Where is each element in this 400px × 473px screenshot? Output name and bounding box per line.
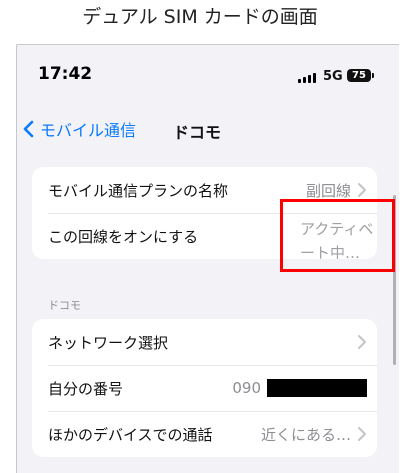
page-caption: デュアル SIM カードの画面 [82, 6, 318, 28]
back-button[interactable]: モバイル通信 [23, 117, 136, 141]
section-header-carrier: ドコモ [48, 299, 81, 312]
annotation-highlight-box [280, 199, 395, 272]
chevron-left-icon [23, 120, 34, 138]
plan-name-label: モバイル通信プランの名称 [48, 181, 229, 200]
network-selection-row[interactable]: ネットワーク選択 [32, 319, 377, 365]
signal-icon [298, 73, 316, 83]
status-bar: 17:42 5G 75 [17, 45, 399, 109]
page-title: ドコモ [173, 123, 222, 142]
battery-icon: 75 [347, 69, 374, 82]
back-button-label: モバイル通信 [40, 121, 137, 140]
status-time: 17:42 [38, 64, 93, 84]
network-selection-label: ネットワーク選択 [48, 333, 169, 352]
other-devices-calls-row[interactable]: ほかのデバイスでの通話 近くにある… [32, 411, 377, 457]
navigation-bar: モバイル通信 ドコモ [17, 109, 399, 149]
my-number-row[interactable]: 自分の番号 090 [32, 365, 377, 411]
redacted-number [267, 379, 367, 397]
chevron-right-icon [358, 183, 366, 197]
network-type: 5G [323, 69, 343, 84]
other-devices-calls-value: 近くにある… [260, 425, 351, 444]
my-number-value: 090 [232, 379, 261, 397]
chevron-right-icon [358, 335, 366, 349]
plan-name-value: 副回線 [305, 181, 351, 200]
carrier-settings-group: ネットワーク選択 自分の番号 090 ほかのデバイスでの通話 近くにある… [32, 319, 377, 457]
chevron-right-icon [358, 427, 366, 441]
other-devices-calls-label: ほかのデバイスでの通話 [48, 425, 213, 444]
my-number-label: 自分の番号 [48, 379, 124, 398]
